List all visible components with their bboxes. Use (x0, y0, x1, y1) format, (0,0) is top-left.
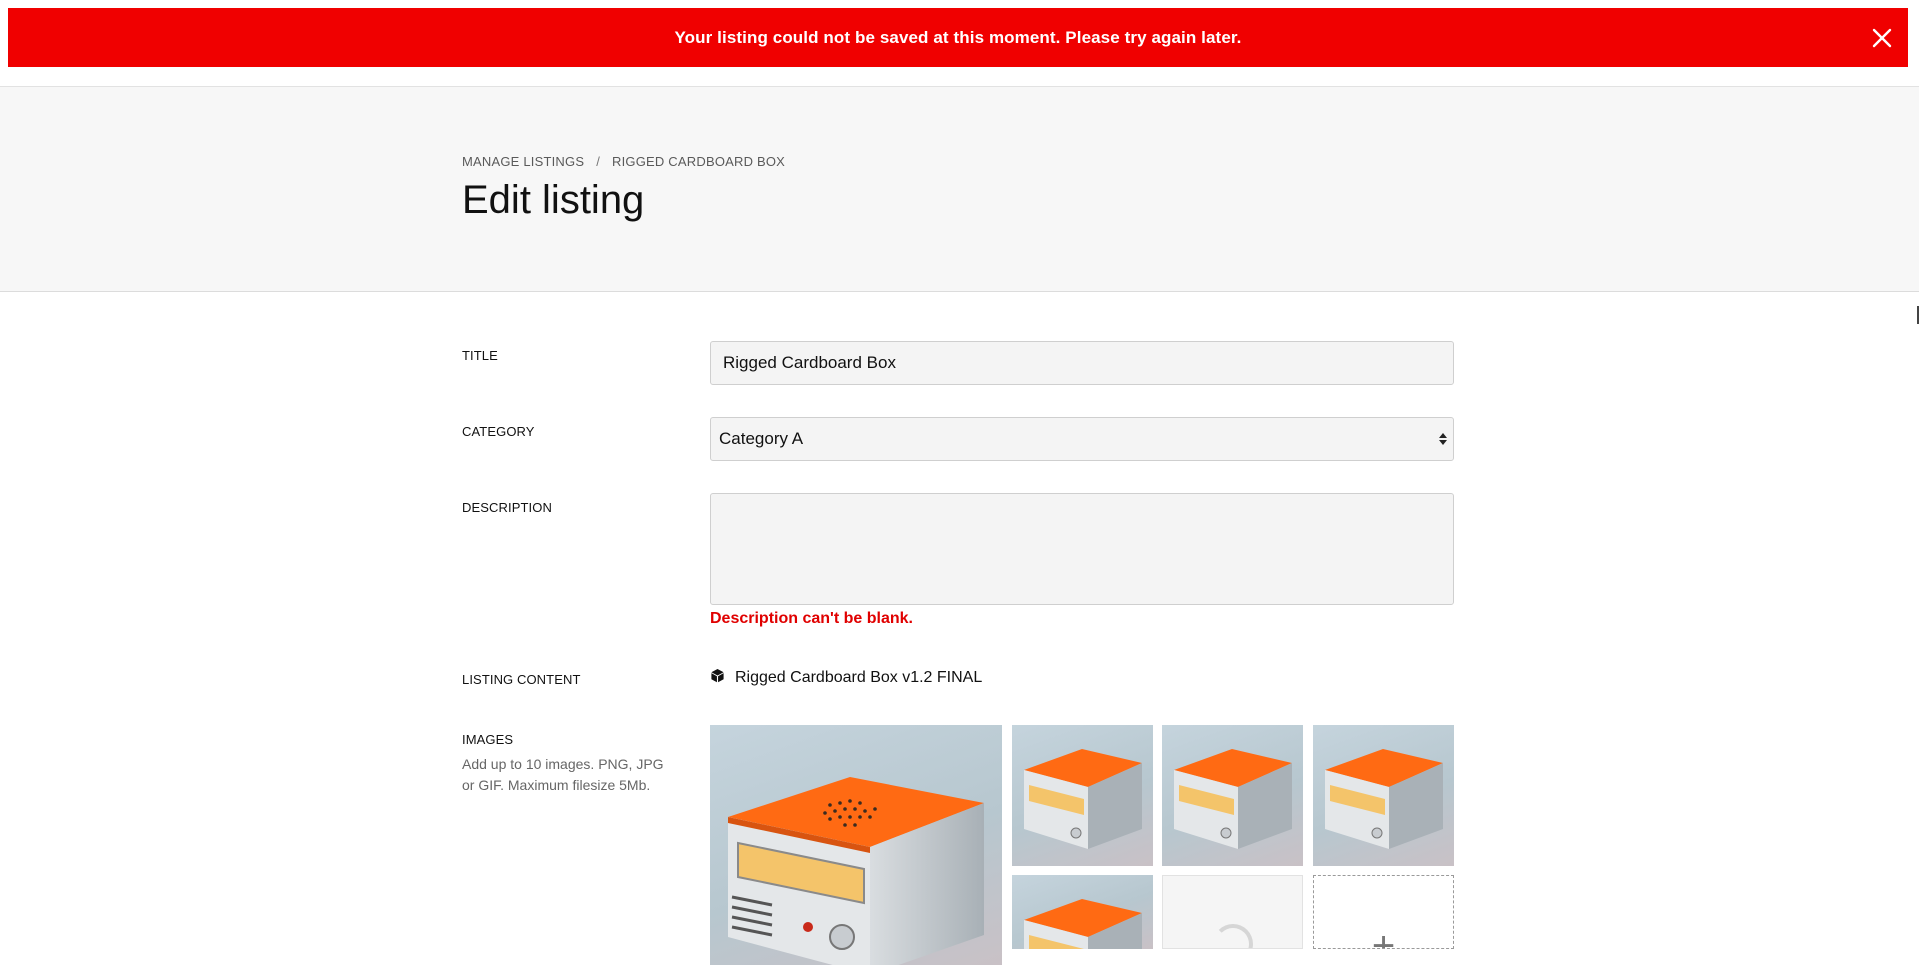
listing-content-label: LISTING CONTENT (462, 672, 581, 687)
page-header (0, 86, 1919, 292)
listing-content-name: Rigged Cardboard Box v1.2 FINAL (735, 669, 983, 686)
radio-image (1024, 749, 1142, 849)
radio-image (1325, 749, 1443, 849)
close-icon[interactable] (1868, 24, 1896, 52)
alert-message: Your listing could not be saved at this … (674, 27, 1242, 47)
description-label: DESCRIPTION (462, 500, 552, 515)
radio-image (1174, 749, 1292, 849)
error-alert: Your listing could not be saved at this … (8, 8, 1908, 67)
loading-spinner-icon (1212, 924, 1253, 948)
breadcrumb-manage-listings[interactable]: MANAGE LISTINGS (462, 154, 584, 169)
category-select[interactable]: Category A (710, 417, 1454, 461)
listing-image-1[interactable] (710, 725, 1002, 965)
listing-image-4[interactable] (1313, 725, 1454, 866)
listing-image-5[interactable] (1012, 875, 1153, 949)
breadcrumb-current: RIGGED CARDBOARD BOX (612, 154, 786, 169)
images-help-text: Add up to 10 images. PNG, JPG or GIF. Ma… (462, 756, 664, 793)
description-error: Description can't be blank. (710, 610, 913, 627)
plus-icon: + (1371, 924, 1396, 949)
title-input[interactable] (710, 341, 1454, 385)
add-image-button[interactable]: + (1313, 875, 1454, 949)
page-title: Edit listing (462, 178, 645, 222)
description-textarea[interactable] (710, 493, 1454, 605)
listing-content-item[interactable]: Rigged Cardboard Box v1.2 FINAL (710, 668, 982, 688)
title-label: TITLE (462, 348, 498, 363)
cube-icon (710, 668, 725, 688)
radio-image (1024, 899, 1142, 949)
select-arrows-icon (1439, 433, 1447, 445)
listing-image-2[interactable] (1012, 725, 1153, 866)
images-label: IMAGES (462, 732, 514, 747)
category-label: CATEGORY (462, 424, 535, 439)
radio-image (728, 777, 984, 965)
category-selected-value: Category A (719, 429, 804, 448)
breadcrumb-separator: / (596, 154, 601, 169)
breadcrumb: MANAGE LISTINGS / RIGGED CARDBOARD BOX (462, 154, 785, 169)
listing-image-3[interactable] (1162, 725, 1303, 866)
image-uploading (1162, 875, 1303, 949)
